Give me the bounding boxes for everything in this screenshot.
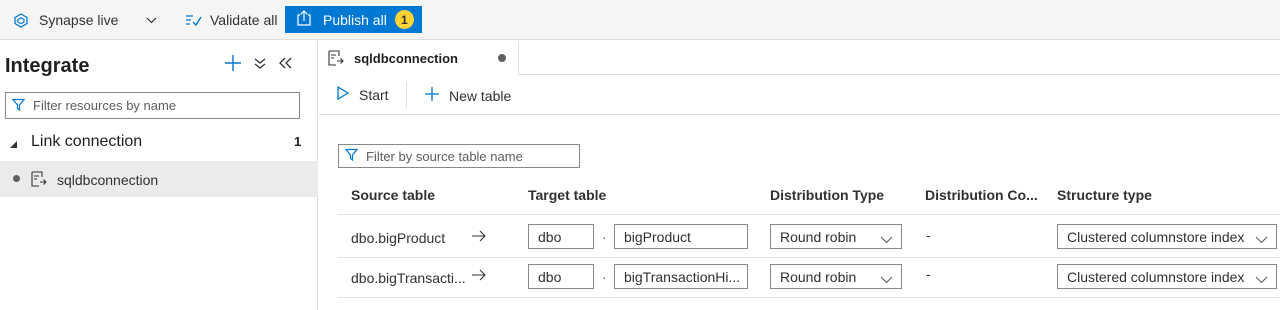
chevron-down-icon	[880, 271, 893, 287]
target-table-input[interactable]: bigTransactionHi...	[614, 264, 748, 289]
tab-strip	[519, 41, 1280, 75]
source-table-filter-input[interactable]: Filter by source table name	[338, 144, 580, 168]
target-schema-input[interactable]: dbo	[528, 224, 594, 249]
distribution-type-value: Round robin	[780, 268, 857, 285]
arrow-right-icon	[471, 268, 487, 284]
new-table-button[interactable]: New table	[424, 86, 511, 105]
unsaved-dot-icon[interactable]	[498, 54, 506, 62]
validate-icon	[185, 13, 202, 27]
link-connection-icon	[327, 50, 344, 69]
unsaved-dot-icon	[13, 175, 20, 182]
workspace-switcher[interactable]: Synapse live	[14, 7, 157, 33]
schema-separator: ·	[602, 229, 607, 245]
publish-count-badge: 1	[394, 10, 414, 29]
top-toolbar: Synapse live Validate all Publish all 1	[0, 0, 1280, 40]
header-distribution-type: Distribution Type	[770, 187, 885, 203]
editor-toolbar: Start New table	[319, 75, 1280, 115]
resource-panel: Integrate Filter resources by name Link …	[0, 41, 318, 310]
chevron-down-icon	[880, 231, 893, 247]
source-table-cell: dbo.bigTransacti...	[351, 270, 466, 286]
source-table-filter-placeholder: Filter by source table name	[366, 148, 523, 164]
distribution-column-cell: -	[926, 266, 931, 282]
target-schema-input[interactable]: dbo	[528, 264, 594, 289]
panel-title: Integrate	[5, 55, 90, 77]
row-divider	[338, 257, 1280, 258]
synapse-icon	[14, 12, 28, 28]
link-connection-icon	[30, 171, 47, 190]
distribution-type-select[interactable]: Round robin	[770, 224, 902, 249]
chevron-down-icon	[1255, 231, 1268, 247]
header-source-table: Source table	[351, 187, 436, 203]
collapse-all-icon[interactable]	[254, 57, 266, 73]
header-divider	[338, 214, 1280, 215]
header-target-table: Target table	[528, 187, 607, 203]
group-label: Link connection	[31, 133, 143, 150]
resource-filter-placeholder: Filter resources by name	[33, 98, 177, 113]
play-icon	[337, 85, 350, 103]
source-table-cell: dbo.bigProduct	[351, 230, 446, 246]
schema-separator: ·	[602, 269, 607, 285]
distribution-type-value: Round robin	[780, 228, 857, 245]
filter-icon	[344, 148, 366, 164]
validate-all-button[interactable]: Validate all	[185, 7, 277, 33]
start-button[interactable]: Start	[337, 85, 389, 103]
distribution-type-select[interactable]: Round robin	[770, 264, 902, 289]
add-icon[interactable]	[224, 54, 242, 75]
chevron-down-icon	[1255, 271, 1268, 287]
tab-sqldbconnection[interactable]: sqldbconnection	[319, 41, 519, 75]
row-divider	[338, 297, 1280, 298]
header-distribution-column: Distribution Co...	[925, 187, 1038, 203]
start-label: Start	[359, 86, 389, 103]
workspace-label: Synapse live	[39, 12, 119, 28]
publish-all-label: Publish all	[323, 11, 387, 28]
publish-all-button[interactable]: Publish all 1	[285, 6, 422, 33]
header-structure-type: Structure type	[1057, 187, 1152, 203]
sidebar-item-label: sqldbconnection	[57, 172, 159, 188]
new-table-label: New table	[449, 87, 512, 104]
tab-label: sqldbconnection	[354, 51, 458, 66]
structure-type-select[interactable]: Clustered columnstore index	[1057, 264, 1277, 289]
resource-filter-input[interactable]: Filter resources by name	[5, 92, 300, 119]
link-connection-group[interactable]: Link connection 1	[0, 129, 310, 157]
double-chevron-left-icon[interactable]	[279, 56, 292, 72]
validate-all-label: Validate all	[210, 12, 278, 28]
caret-down-icon[interactable]	[9, 136, 18, 154]
arrow-right-icon	[471, 229, 487, 245]
add-icon	[424, 86, 440, 105]
structure-type-value: Clustered columnstore index	[1067, 228, 1245, 245]
distribution-column-cell: -	[926, 227, 931, 243]
toolbar-divider	[406, 82, 407, 108]
structure-type-value: Clustered columnstore index	[1067, 268, 1245, 285]
filter-icon	[11, 98, 33, 114]
sidebar-item-sqldbconnection[interactable]: sqldbconnection	[0, 161, 318, 197]
publish-icon	[296, 10, 312, 29]
structure-type-select[interactable]: Clustered columnstore index	[1057, 224, 1277, 249]
group-count: 1	[294, 134, 302, 149]
target-table-input[interactable]: bigProduct	[614, 224, 748, 249]
chevron-down-icon[interactable]	[146, 17, 157, 24]
